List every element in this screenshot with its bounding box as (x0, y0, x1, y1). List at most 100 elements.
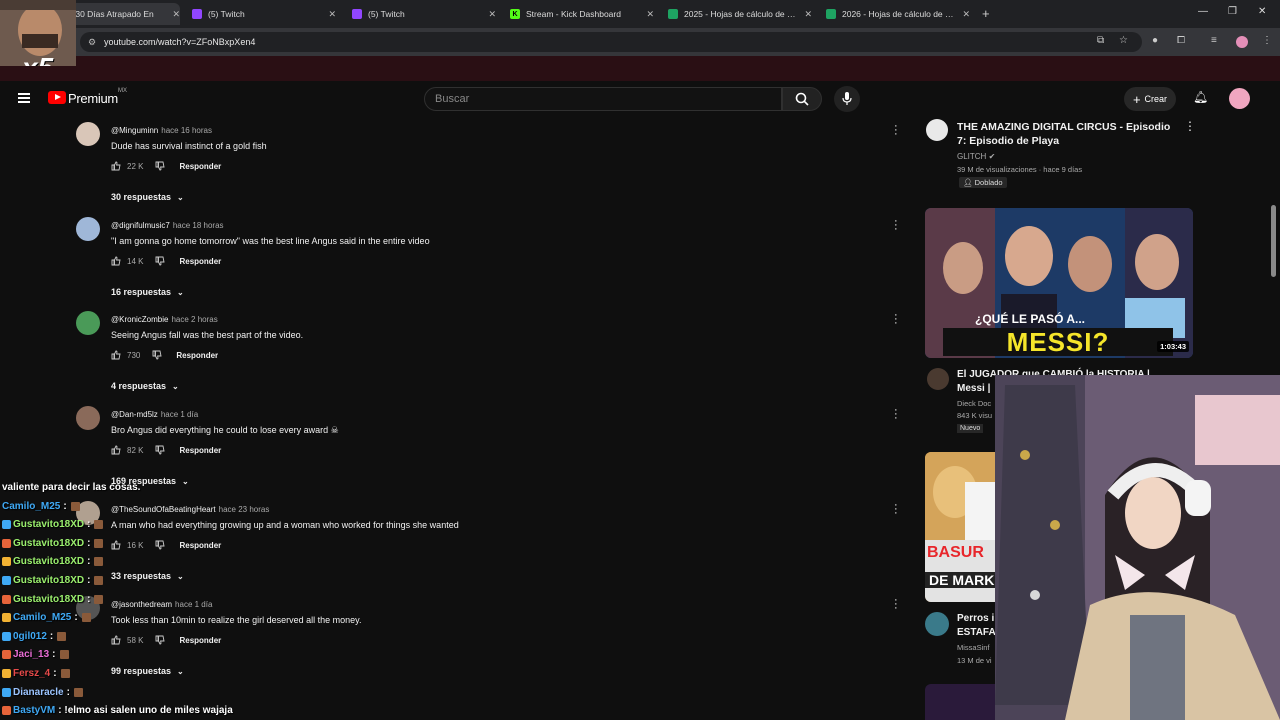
search-button[interactable] (782, 87, 822, 111)
search-input[interactable]: Buscar (424, 87, 782, 111)
reply-button[interactable]: Responder (176, 351, 218, 360)
close-icon[interactable]: ✕ (172, 9, 180, 20)
chat-username[interactable]: Gustavito18XD (13, 519, 84, 530)
more-options-icon[interactable]: · · · (894, 405, 898, 424)
menu-dots-icon[interactable]: ⋮ (1262, 35, 1272, 46)
bookmark-star-icon[interactable]: ☆ (1119, 35, 1128, 46)
chat-emote-icon (60, 669, 70, 678)
chat-username[interactable]: Dianaracle (13, 687, 64, 698)
channel-name[interactable]: Dieck Doc (957, 399, 991, 408)
close-window-icon[interactable]: ✕ (1258, 6, 1266, 17)
new-tab-icon[interactable]: + (982, 6, 990, 21)
comment-time[interactable]: hace 18 horas (173, 221, 224, 230)
like-icon[interactable] (111, 161, 121, 171)
reply-button[interactable]: Responder (179, 446, 221, 455)
account-avatar[interactable] (1229, 88, 1250, 109)
extension-icon[interactable]: ● (1152, 35, 1158, 46)
close-icon[interactable]: ✕ (962, 9, 970, 20)
chat-username[interactable]: Jaci_13 (13, 649, 49, 660)
replies-toggle[interactable]: 4 respuestas ⌄ (111, 381, 179, 391)
comment-author[interactable]: @Minguminn (111, 126, 158, 135)
like-icon[interactable] (111, 445, 121, 455)
brand-label[interactable]: Premium (68, 91, 118, 106)
more-options-icon[interactable]: · · · (894, 121, 898, 140)
comment-time[interactable]: hace 2 horas (171, 315, 217, 324)
chat-username[interactable]: Camilo_M25 (13, 612, 71, 623)
create-button[interactable]: + Crear (1124, 87, 1176, 111)
more-options-icon[interactable]: ⋮ (1184, 119, 1196, 133)
avatar[interactable] (76, 406, 100, 430)
recommended-video-1[interactable]: THE AMAZING DIGITAL CIRCUS - Episodio 7:… (924, 117, 1196, 197)
tab-sheets-2026[interactable]: 2026 - Hojas de cálculo de Goo ✕ (822, 3, 970, 25)
notifications-bell-icon[interactable]: 🔔︎ (1193, 90, 1208, 104)
comment-author[interactable]: @KronicZombie (111, 315, 168, 324)
like-icon[interactable] (111, 256, 121, 266)
recommended-video-4[interactable]: Perros i ESTAFA MissaSinf 13 M de vi (925, 610, 1005, 670)
like-icon[interactable] (111, 350, 121, 360)
video-title[interactable]: Perros i ESTAFA (957, 612, 996, 640)
replies-toggle[interactable]: 16 respuestas ⌄ (111, 287, 184, 297)
comment-time[interactable]: hace 1 día (161, 410, 198, 419)
chat-username[interactable]: Gustavito18XD (13, 594, 84, 605)
chat-username[interactable]: BastyVM (13, 705, 55, 716)
close-icon[interactable]: ✕ (488, 9, 496, 20)
video-title[interactable]: THE AMAZING DIGITAL CIRCUS - Episodio 7:… (957, 120, 1182, 148)
screen: ve 30 Días Atrapado En ✕ (5) Twitch ✕ (5… (0, 0, 1280, 720)
puzzle-icon[interactable]: ⧠ (1177, 35, 1185, 46)
avatar[interactable] (76, 217, 100, 241)
close-icon[interactable]: ✕ (328, 9, 336, 20)
avatar[interactable] (76, 311, 100, 335)
scrollbar-thumb[interactable] (1271, 205, 1276, 277)
comment-author[interactable]: @Dan-md5lz (111, 410, 158, 419)
dub-icon: 👤︎ (963, 178, 973, 187)
sheets-icon (668, 9, 678, 19)
media-icon[interactable]: ≡ (1211, 35, 1217, 46)
reply-button[interactable]: Responder (179, 257, 221, 266)
tab-sheets-2025[interactable]: 2025 - Hojas de cálculo de Goo ✕ (664, 3, 812, 25)
video-thumbnail-3[interactable]: BASUR DE MARK (925, 452, 997, 602)
replies-toggle[interactable]: 30 respuestas ⌄ (111, 192, 184, 202)
restore-icon[interactable]: ❐ (1228, 6, 1237, 17)
url-field[interactable]: youtube.com/watch?v=ZFoNBxpXen4 (80, 32, 1142, 52)
chat-message: Jaci_13: (2, 649, 69, 660)
channel-name[interactable]: GLITCH ✔ (957, 152, 995, 161)
dislike-icon[interactable] (152, 350, 162, 360)
chat-username[interactable]: Camilo_M25 (2, 501, 60, 512)
recommended-video-2[interactable]: El JUGADOR que CAMBIÓ la HISTORIA |Messi… (925, 366, 1150, 436)
channel-avatar[interactable] (927, 368, 949, 390)
chat-username[interactable]: Gustavito18XD (13, 575, 84, 586)
dislike-icon[interactable] (155, 445, 166, 455)
youtube-logo-icon[interactable] (48, 91, 66, 104)
chat-username[interactable]: Gustavito18XD (13, 556, 84, 567)
chat-username[interactable]: 0gil012 (13, 631, 47, 642)
voice-search-button[interactable] (834, 86, 860, 112)
tab-kick[interactable]: K Stream - Kick Dashboard ✕ (506, 3, 654, 25)
close-icon[interactable]: ✕ (804, 9, 812, 20)
dislike-icon[interactable] (155, 161, 166, 171)
profile-icon[interactable] (1236, 36, 1248, 48)
channel-avatar[interactable] (925, 612, 949, 636)
more-options-icon[interactable]: · · · (894, 500, 898, 519)
dislike-icon[interactable] (155, 256, 166, 266)
install-icon[interactable]: ⧉ (1097, 35, 1104, 46)
comment-author[interactable]: @dignifulmusic7 (111, 221, 170, 230)
comment-time[interactable]: hace 16 horas (161, 126, 212, 135)
more-options-icon[interactable]: · · · (894, 595, 898, 614)
tab-twitch-2[interactable]: (5) Twitch ✕ (348, 3, 496, 25)
chat-username[interactable]: Gustavito18XD (13, 538, 84, 549)
close-icon[interactable]: ✕ (646, 9, 654, 20)
menu-icon[interactable] (18, 93, 30, 103)
channel-name[interactable]: MissaSinf (957, 643, 990, 652)
channel-avatar[interactable] (926, 119, 948, 141)
tab-twitch-1[interactable]: (5) Twitch ✕ (188, 3, 336, 25)
avatar[interactable] (76, 122, 100, 146)
minimize-icon[interactable]: — (1198, 6, 1208, 17)
video-thumbnail-messi[interactable]: ¿QUÉ LE PASÓ A... MESSI? 1:03:43 (925, 208, 1193, 358)
site-info-icon[interactable]: ⚙ (88, 37, 96, 48)
video-thumbnail-5[interactable] (925, 684, 997, 720)
chat-username[interactable]: Fersz_4 (13, 668, 50, 679)
more-options-icon[interactable]: · · · (894, 216, 898, 235)
overlay-band (0, 56, 1280, 81)
reply-button[interactable]: Responder (179, 162, 221, 171)
more-options-icon[interactable]: · · · (894, 310, 898, 329)
